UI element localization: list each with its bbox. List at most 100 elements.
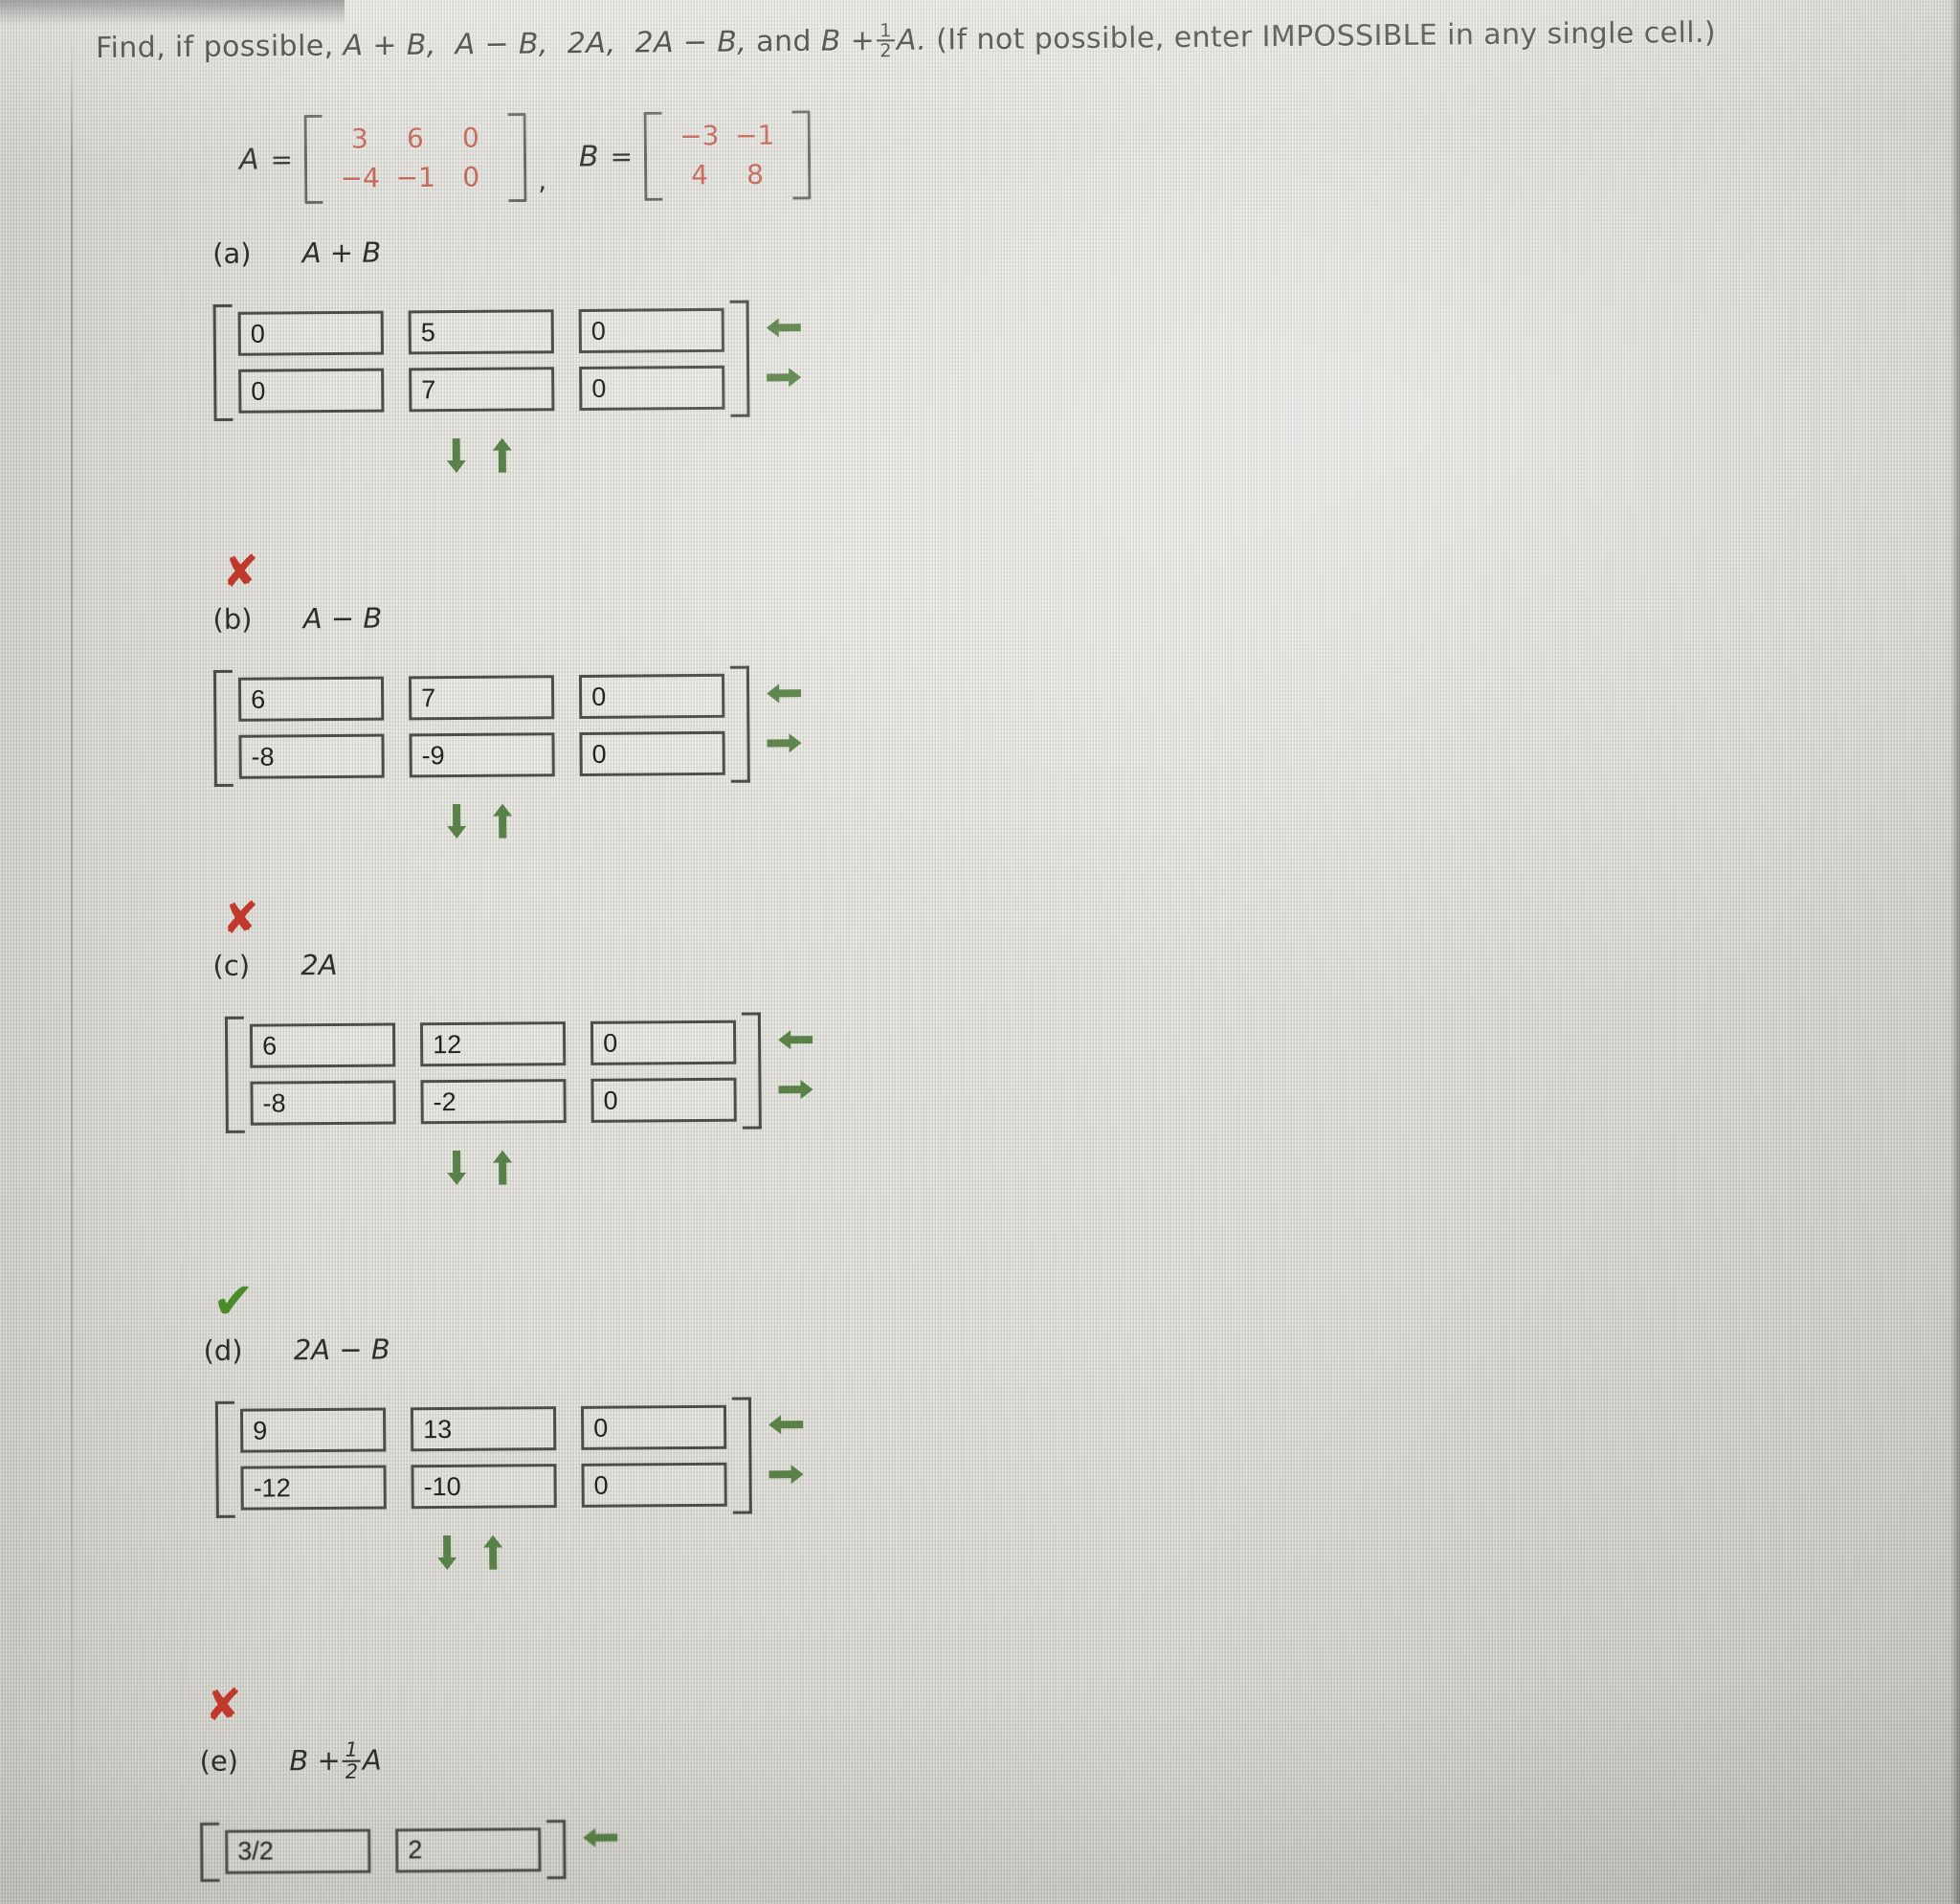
matrix-row: 4 8 — [672, 155, 783, 195]
down-arrow-icon[interactable] — [442, 800, 471, 842]
up-arrow-icon[interactable] — [488, 800, 517, 842]
prompt-expr-3: 2A, — [567, 26, 616, 61]
matrix-input-cell[interactable]: -10 — [411, 1464, 557, 1510]
prompt-expr-5-tail: A. — [896, 23, 927, 57]
part-e-incorrect-mark: ✘ — [204, 1678, 242, 1731]
matrix-input-cell[interactable]: 6 — [237, 676, 385, 722]
matrix-input-row: 6 12 0 — [249, 1019, 737, 1068]
part-d-expression: 2A − B — [293, 1333, 390, 1367]
part-c-expression: 2A — [301, 948, 338, 982]
part-c-grid: 6 12 0 -8 -2 0 — [244, 1013, 743, 1133]
matrix-input-cell[interactable]: 7 — [409, 367, 555, 413]
matrix-input-cell[interactable]: -8 — [250, 1080, 396, 1126]
up-arrow-icon[interactable] — [479, 1532, 507, 1574]
part-c-heading: (c) 2A — [212, 945, 815, 982]
matrix-input-cell[interactable]: 13 — [410, 1406, 557, 1452]
matrix-input-cell[interactable]: 3/2 — [225, 1828, 371, 1874]
matrix-b-rows: −3 −1 4 8 — [662, 111, 793, 201]
matrix-input-cell[interactable]: -9 — [409, 732, 555, 778]
matrix-b-label: B — [578, 140, 599, 174]
matrix-input-cell[interactable]: 5 — [408, 309, 554, 355]
part-a-heading: (a) A + B — [212, 233, 804, 270]
down-arrow-icon[interactable] — [442, 1147, 471, 1189]
matrix-input-cell[interactable]: -2 — [420, 1079, 567, 1125]
matrix-input-cell[interactable]: 0 — [580, 1404, 727, 1450]
part-b-column-controls — [763, 665, 806, 757]
matrix-cell: −1 — [395, 161, 435, 193]
fraction-denominator: 2 — [342, 1759, 362, 1783]
photo-right-edge-shadow — [1950, 0, 1960, 1904]
matrix-input-cell[interactable]: 0 — [590, 1019, 737, 1065]
up-arrow-icon[interactable] — [488, 1147, 517, 1189]
part-b-matrix: 6 7 0 -8 -9 0 — [212, 665, 750, 787]
right-arrow-icon[interactable] — [763, 728, 805, 757]
matrix-input-cell[interactable]: 0 — [579, 365, 725, 411]
matrix-input-row: 0 5 0 — [237, 307, 724, 356]
part-d-correct-mark: ✔ — [212, 1272, 255, 1331]
matrix-input-cell[interactable]: 0 — [581, 1462, 727, 1508]
matrix-input-cell[interactable]: 2 — [395, 1826, 542, 1873]
part-d-row-controls — [433, 1529, 808, 1574]
part-e-answer: 3/2 2 — [200, 1819, 621, 1882]
left-arrow-icon[interactable] — [765, 1410, 807, 1439]
matrix-input-cell[interactable]: 7 — [408, 675, 555, 721]
matrix-input-cell[interactable]: 0 — [590, 1077, 737, 1123]
matrix-input-cell[interactable]: 0 — [578, 307, 724, 353]
matrix-a-equals: = — [270, 144, 294, 176]
part-d-grid: 9 13 0 -12 -10 0 — [234, 1398, 733, 1518]
right-arrow-icon[interactable] — [763, 363, 805, 392]
bracket-left — [224, 1016, 245, 1133]
bracket-right — [791, 110, 812, 200]
part-b-expression: A − B — [302, 601, 383, 636]
matrix-cell: 0 — [461, 122, 479, 154]
matrix-cell: 3 — [350, 123, 368, 155]
part-d-heading: (d) 2A − B — [203, 1330, 806, 1367]
down-arrow-icon[interactable] — [442, 435, 471, 477]
given-matrix-a: A = 3 6 0 −4 −1 0 , — [239, 112, 547, 205]
givens-comma: , — [538, 164, 547, 197]
part-e-label: (e) — [199, 1744, 239, 1778]
prompt-fraction-one-half: 12 — [877, 19, 896, 62]
matrix-cell: −3 — [679, 120, 720, 152]
right-arrow-icon[interactable] — [774, 1075, 816, 1104]
matrix-input-row: 0 7 0 — [238, 365, 725, 414]
matrix-input-cell[interactable]: -8 — [238, 733, 385, 779]
left-arrow-icon[interactable] — [763, 313, 805, 342]
bracket-left — [212, 669, 234, 787]
prompt-conjunction: and — [756, 24, 813, 59]
up-arrow-icon[interactable] — [488, 435, 517, 477]
bracket-left — [303, 114, 323, 205]
prompt-note: (If not possible, enter IMPOSSIBLE in an… — [936, 15, 1717, 57]
part-e-grid: 3/2 2 — [219, 1820, 546, 1882]
part-b: ✘ (b) A − B 6 7 0 -8 -9 0 — [212, 546, 806, 844]
left-arrow-icon[interactable] — [774, 1025, 816, 1054]
matrix-input-cell[interactable]: 6 — [249, 1022, 396, 1068]
down-arrow-icon[interactable] — [433, 1532, 461, 1574]
bracket-left — [643, 111, 663, 202]
part-e-expression: B +1 2 A — [289, 1738, 382, 1783]
part-e: ✘ (e) B +1 2 A 3/2 2 — [199, 1679, 622, 1882]
part-b-answer: 6 7 0 -8 -9 0 — [212, 665, 806, 787]
left-arrow-icon[interactable] — [763, 679, 805, 707]
matrix-input-cell[interactable]: 0 — [578, 673, 725, 719]
matrix-input-cell[interactable]: 9 — [239, 1407, 387, 1453]
bracket-left — [200, 1822, 220, 1882]
matrix-cell: −1 — [734, 119, 775, 152]
right-arrow-icon[interactable] — [765, 1460, 807, 1489]
part-b-heading: (b) A − B — [212, 598, 804, 636]
given-matrix-b: B = −3 −1 4 8 — [578, 110, 812, 202]
matrix-input-row: -12 -10 0 — [240, 1462, 727, 1511]
matrix-input-cell[interactable]: 0 — [238, 368, 385, 414]
part-c-answer: 6 12 0 -8 -2 0 — [224, 1012, 817, 1133]
fraction-numerator: 1 — [880, 19, 892, 42]
matrix-input-cell[interactable]: 0 — [237, 310, 384, 356]
bracket-right — [741, 1012, 762, 1130]
matrix-input-cell[interactable]: -12 — [240, 1465, 387, 1511]
part-d-column-controls — [765, 1397, 808, 1489]
matrix-input-cell[interactable]: 12 — [419, 1021, 567, 1067]
prompt-lead: Find, if possible, — [95, 29, 334, 65]
matrix-input-cell[interactable]: 0 — [579, 730, 725, 776]
left-arrow-icon[interactable] — [579, 1823, 621, 1851]
part-b-grid: 6 7 0 -8 -9 0 — [233, 666, 731, 787]
part-b-row-controls — [442, 797, 806, 842]
